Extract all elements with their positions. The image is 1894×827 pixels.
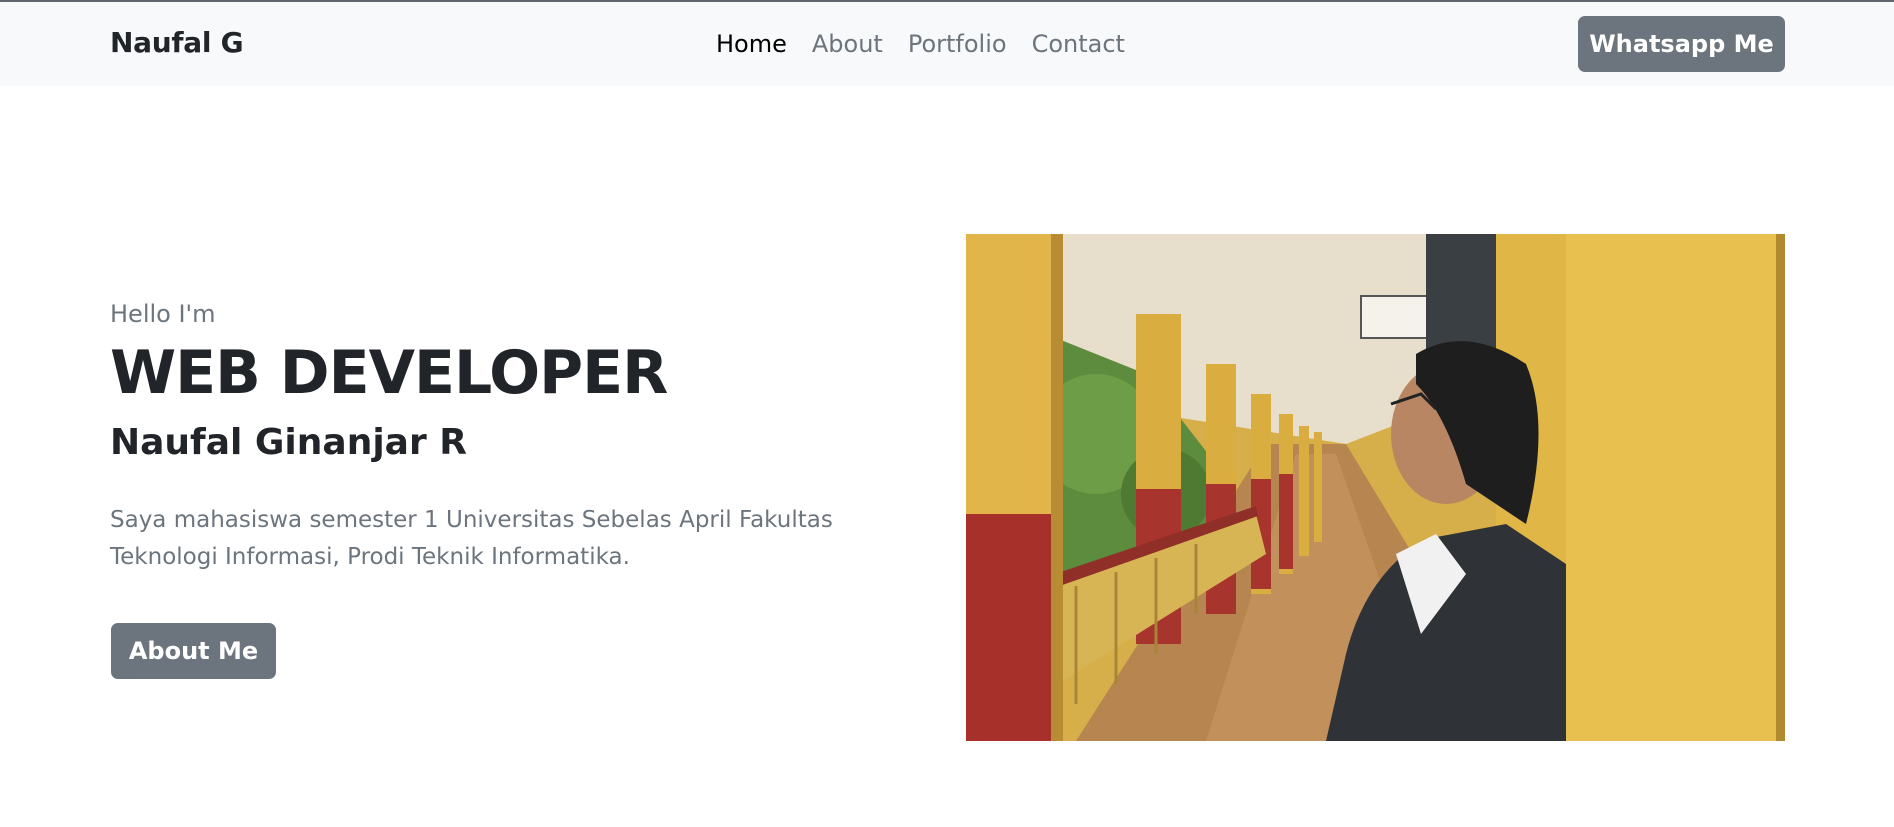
nav-links: Home About Portfolio Contact xyxy=(716,30,1125,58)
about-me-button[interactable]: About Me xyxy=(111,623,276,679)
brand-logo[interactable]: Naufal G xyxy=(110,26,244,59)
hero-name: Naufal Ginanjar R xyxy=(110,422,467,463)
hero-bio: Saya mahasiswa semester 1 Universitas Se… xyxy=(110,507,833,570)
hero-greeting: Hello I'm xyxy=(110,300,216,328)
whatsapp-button[interactable]: Whatsapp Me xyxy=(1578,16,1785,72)
hero-headline: WEB DEVELOPER xyxy=(110,338,668,408)
nav-link-portfolio[interactable]: Portfolio xyxy=(908,30,1007,58)
nav-link-contact[interactable]: Contact xyxy=(1032,30,1125,58)
nav-link-home[interactable]: Home xyxy=(716,30,787,58)
hero-photo xyxy=(966,234,1785,741)
nav-link-about[interactable]: About xyxy=(812,30,883,58)
navbar: Naufal G Home About Portfolio Contact Wh… xyxy=(0,2,1894,86)
